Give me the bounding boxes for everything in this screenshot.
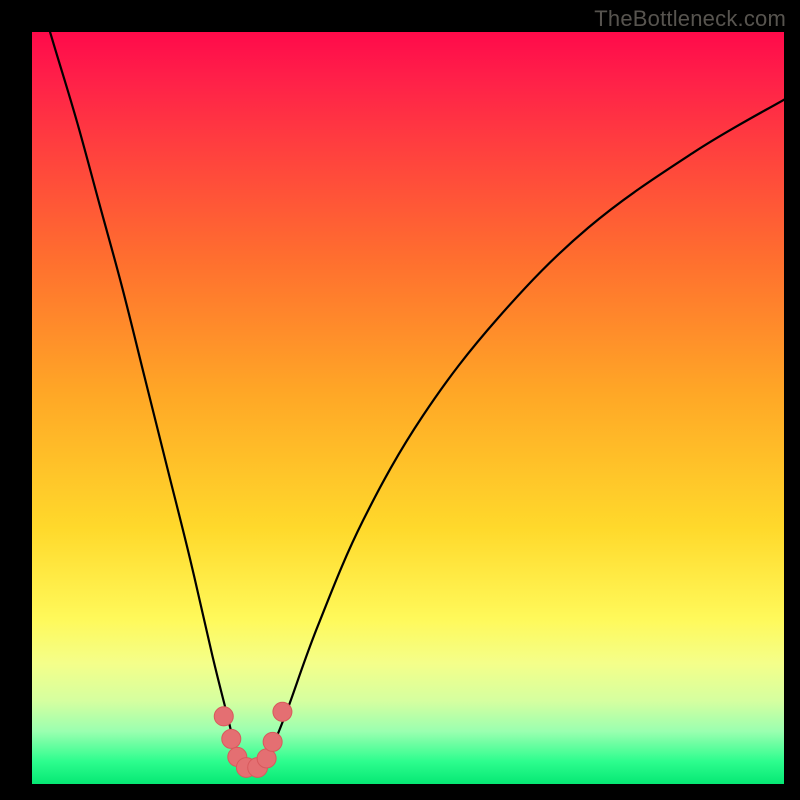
trough-markers xyxy=(214,702,292,777)
trough-marker xyxy=(214,707,233,726)
bottleneck-curve xyxy=(32,32,784,770)
trough-marker xyxy=(273,702,292,721)
curve-layer xyxy=(32,32,784,784)
trough-marker xyxy=(222,729,241,748)
trough-marker xyxy=(263,732,282,751)
plot-area xyxy=(32,32,784,784)
chart-frame: TheBottleneck.com xyxy=(0,0,800,800)
watermark-text: TheBottleneck.com xyxy=(594,6,786,32)
